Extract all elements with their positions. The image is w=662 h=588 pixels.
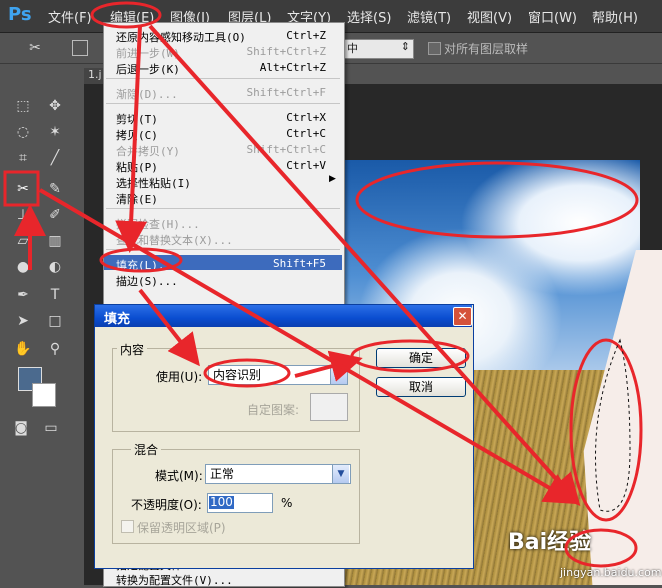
- highlight-bottom-area: [564, 528, 638, 568]
- highlight-sky-area: [355, 161, 639, 239]
- highlight-curl-area: [569, 338, 643, 522]
- annotation-overlay: [3, 1, 643, 568]
- annotation-arrow: [138, 288, 200, 367]
- annotation-arrow: [115, 25, 148, 253]
- highlight-edit-menu: [90, 1, 162, 29]
- selection-marquee: [595, 338, 631, 512]
- highlight-use-dropdown: [203, 358, 291, 388]
- highlight-ok-button: [350, 339, 470, 373]
- annotation-arrow: [148, 24, 581, 506]
- highlight-tool: [3, 170, 40, 207]
